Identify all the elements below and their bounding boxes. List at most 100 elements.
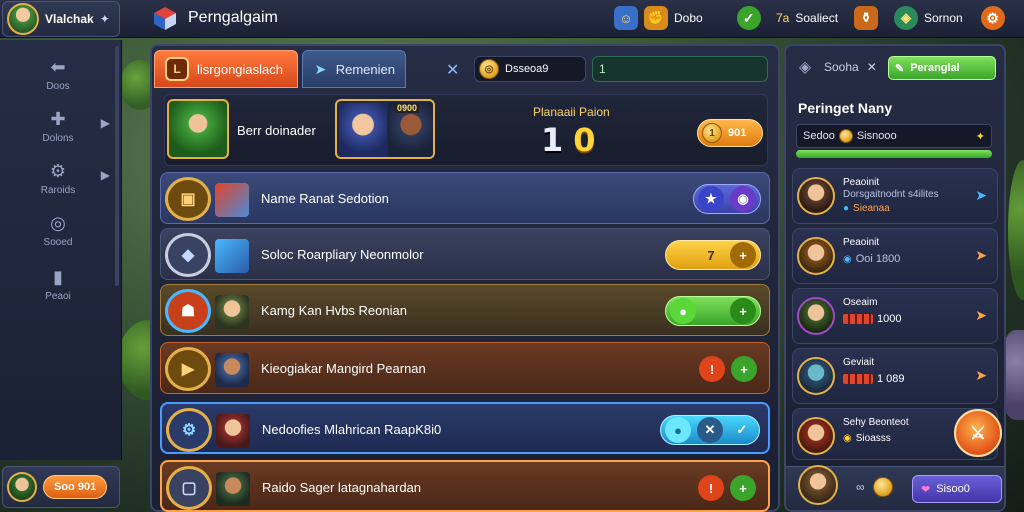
cross-icon[interactable]: ✕ <box>697 417 723 443</box>
green-orb-icon[interactable]: ● <box>670 298 696 324</box>
health-bar-icon <box>843 374 873 384</box>
alert-icon[interactable]: ! <box>699 356 725 382</box>
chart-icon: ▮ <box>53 267 63 287</box>
right-search-field[interactable]: Sedoo Sisnooo ✦ <box>796 124 992 148</box>
player-avatar <box>797 237 835 275</box>
list-item-name: Peaoinit <box>843 237 880 248</box>
right-green-button[interactable]: ✎ Peranglal <box>888 56 996 80</box>
list-item-meta: 1000 <box>843 313 901 325</box>
right-green-label: Peranglal <box>910 62 960 74</box>
quest-title: Raido Sager latagnahardan <box>262 480 422 495</box>
quest-actions: ● + <box>665 296 761 326</box>
list-item-name: Oseaim <box>843 297 878 308</box>
main-panel: L lisrgongiaslach ➤ Remenien ✕ ◎ Dsseoa9… <box>150 44 780 512</box>
list-item-meta: ◉ Ooi 1800 <box>843 253 901 265</box>
resource-soaliect[interactable]: 7a Soaliect ⚱ <box>776 6 879 30</box>
add-resource-icon[interactable]: ✓ <box>736 6 761 30</box>
sparkle-icon: ✦ <box>975 130 985 143</box>
star-icon[interactable]: ★ <box>698 186 724 212</box>
resource-sornon[interactable]: ◈ Sornon ⚙ <box>894 6 1005 30</box>
quest-row[interactable]: ◆ Soloc Roarpliary Neonmolor 7 + <box>160 228 770 280</box>
link-icon: ∞ <box>856 480 865 494</box>
player-avatar <box>7 3 39 35</box>
search-label: Sedoo <box>803 130 835 142</box>
list-item[interactable]: Geviait 1 089 ➤ <box>792 348 998 404</box>
plus-icon[interactable]: + <box>730 298 756 324</box>
list-item-sub: Dorsgaitnodnt s4ilites <box>843 189 939 200</box>
quest-emblem-icon: ⚙ <box>166 408 212 452</box>
tab-active[interactable]: L lisrgongiaslach <box>154 50 298 88</box>
search-value: Sisnooo <box>856 130 897 142</box>
crystal-icon <box>215 239 249 273</box>
resource-dobo[interactable]: ☺ ✊ Dobo ✓ <box>614 6 761 30</box>
right-tab-label: Sooha <box>824 60 859 74</box>
list-item[interactable]: Peaoinit Dorsgaitnodnt s4ilites ● Sieanaa… <box>792 168 998 224</box>
purple-orb-icon[interactable]: ◉ <box>730 186 756 212</box>
gold-value: Dsseoa9 <box>505 63 549 75</box>
list-item[interactable]: Peaoinit ◉ Ooi 1800 ➤ <box>792 228 998 284</box>
plus-icon[interactable]: + <box>730 242 756 268</box>
rail-label: Sooed <box>43 236 73 248</box>
target-icon: ◎ <box>50 213 66 233</box>
app-title: Perngalgaim <box>188 9 278 26</box>
close-icon[interactable]: ✕ <box>867 60 877 74</box>
rail-item-2[interactable]: ⚙ Raroids ▶ <box>0 154 116 202</box>
plus-icon[interactable]: + <box>730 475 756 501</box>
quest-row[interactable]: ▣ Name Ranat Sedotion ★ ◉ <box>160 172 770 224</box>
reward-button[interactable]: 1 901 <box>697 119 763 147</box>
quest-actions: ! + <box>694 473 760 503</box>
back-arrow-icon: ⬅ <box>50 57 66 77</box>
quest-row[interactable]: ☗ Kamg Kan Hvbs Reonian ● + <box>160 284 770 336</box>
green-input-field[interactable]: 1 <box>592 56 768 82</box>
battle-button[interactable]: ⚔ <box>954 409 1002 457</box>
right-progress-bar <box>796 150 992 158</box>
close-icon[interactable]: ✕ <box>446 60 459 80</box>
shield-emblem-icon: L <box>165 57 189 81</box>
send-icon[interactable]: ➤ <box>975 187 987 204</box>
pennant-icon: ➤ <box>314 60 327 77</box>
quest-row[interactable]: ▶ Kieogiakar Mangird Pearnan ! + <box>160 342 770 394</box>
plus-icon[interactable]: + <box>731 356 757 382</box>
list-item-name: Geviait <box>843 357 875 368</box>
rail-item-4[interactable]: ▮ Peaoi <box>0 260 116 308</box>
chevron-right-icon[interactable]: ➤ <box>975 367 987 384</box>
list-item-name: Peaoinit <box>843 177 880 188</box>
rail-item-1[interactable]: ✚ Dolons ▶ <box>0 102 116 150</box>
coin-icon: 1 <box>702 123 722 143</box>
coin-icon <box>872 477 893 497</box>
sword-icon <box>215 183 249 217</box>
settings-icon[interactable]: ⚙ <box>980 6 1005 30</box>
blue-orb-icon[interactable]: ● <box>665 417 691 443</box>
bottom-purple-label: Sisoo0 <box>936 483 970 495</box>
list-item-meta: 1 089 <box>843 373 905 385</box>
opponent-avatar-a <box>339 103 387 157</box>
quest-row[interactable]: ▢ Raido Sager latagnahardan ! + <box>160 460 770 512</box>
tab-second[interactable]: ➤ Remenien <box>302 50 406 88</box>
player-avatar <box>797 357 835 395</box>
quest-row[interactable]: ⚙ Nedoofies Mlahrican RaapK8i0 ● ✕ ✓ <box>160 402 770 454</box>
chevron-right-icon[interactable]: ➤ <box>975 307 987 324</box>
top-bar: Vlalchak ✦ Perngalgaim ☺ ✊ Dobo ✓ 7a Soa… <box>0 0 1024 38</box>
quest-title: Nedoofies Mlahrican RaapK8i0 <box>262 422 442 437</box>
quest-emblem-icon: ▶ <box>165 347 211 391</box>
warrior-avatar <box>216 414 250 448</box>
left-bottom-player-chip[interactable]: Soo 901 <box>2 466 120 508</box>
health-bar-icon <box>843 314 873 324</box>
player-profile-chip[interactable]: Vlalchak ✦ <box>2 1 120 37</box>
score-right: 0 <box>573 121 596 159</box>
check-icon[interactable]: ✓ <box>729 417 755 443</box>
rail-item-0[interactable]: ⬅ Doos <box>0 50 116 98</box>
list-item[interactable]: Oseaim 1000 ➤ <box>792 288 998 344</box>
rail-item-3[interactable]: ◎ Sooed <box>0 206 116 254</box>
green-field-value: 1 <box>599 62 606 76</box>
tab-second-label: Remenien <box>335 61 395 77</box>
opponent-badge: 0900 <box>395 103 420 113</box>
bottom-purple-button[interactable]: ❤ Sisoo0 <box>912 475 1002 503</box>
chevron-right-icon[interactable]: ➤ <box>975 247 987 264</box>
scout-avatar <box>215 353 249 387</box>
player-mini-avatar <box>7 472 37 502</box>
right-tab[interactable]: ◈ Sooha ✕ <box>794 56 877 78</box>
alert-icon[interactable]: ! <box>698 475 724 501</box>
left-nav-rail: ⬅ Doos ✚ Dolons ▶ ⚙ Raroids ▶ ◎ Sooed ▮ … <box>0 40 122 460</box>
left-bottom-pill[interactable]: Soo 901 <box>43 475 108 499</box>
